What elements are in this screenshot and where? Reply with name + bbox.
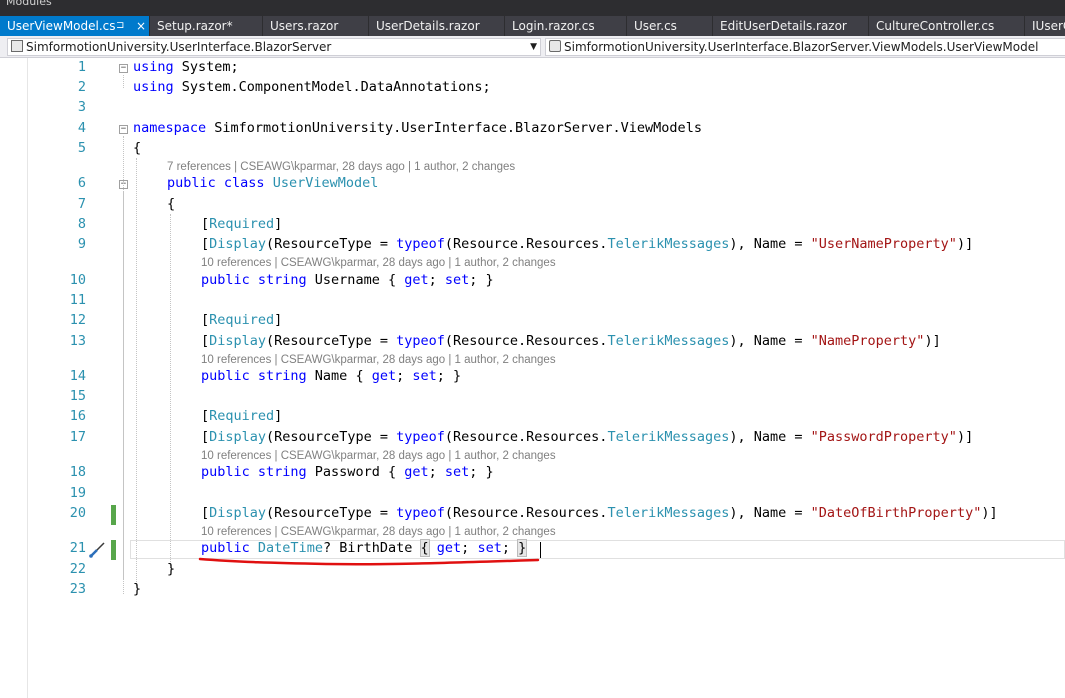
document-tab-bar: UserViewModel.cs ⊐ × Setup.razor* Users.… bbox=[0, 16, 1065, 36]
code-line-6: public class UserViewModel bbox=[167, 175, 379, 191]
tab-userdetails-razor[interactable]: UserDetails.razor bbox=[369, 16, 505, 36]
tab-login-razor-cs[interactable]: Login.razor.cs bbox=[505, 16, 627, 36]
codelens-class[interactable]: 7 references | CSEAWG\kparmar, 28 days a… bbox=[167, 161, 515, 173]
code-line-2: using System.ComponentModel.DataAnnotati… bbox=[133, 79, 491, 95]
code-line-1: using System; bbox=[133, 59, 239, 75]
codelens-password[interactable]: 10 references | CSEAWG\kparmar, 28 days … bbox=[201, 450, 556, 462]
code-line-23: } bbox=[133, 581, 142, 597]
line-number: 19 bbox=[69, 485, 86, 501]
line-number: 9 bbox=[77, 236, 86, 252]
line-number: 12 bbox=[69, 312, 86, 328]
class-icon bbox=[549, 40, 561, 52]
line-number: 6 bbox=[77, 175, 86, 191]
tab-culturecontroller-cs[interactable]: CultureController.cs bbox=[869, 16, 1025, 36]
code-line-9: [Display(ResourceType = typeof(Resource.… bbox=[201, 236, 974, 252]
line-number: 4 bbox=[77, 120, 86, 136]
code-line-8: [Required] bbox=[201, 216, 283, 232]
line-number: 22 bbox=[69, 561, 86, 577]
codelens-birthdate[interactable]: 10 references | CSEAWG\kparmar, 28 days … bbox=[201, 526, 556, 538]
indicator-margin bbox=[0, 58, 28, 698]
code-line-14: public string Name { get; set; } bbox=[201, 368, 462, 384]
window-top-strip: Modules bbox=[0, 0, 1065, 16]
tab-userviewmodel-cs[interactable]: UserViewModel.cs ⊐ × bbox=[0, 16, 150, 36]
change-marker bbox=[111, 505, 116, 525]
fold-collapse-icon[interactable]: − bbox=[119, 64, 128, 73]
line-number: 20 bbox=[69, 505, 86, 521]
line-number: 11 bbox=[69, 292, 86, 308]
line-number: 7 bbox=[77, 196, 86, 212]
line-number: 15 bbox=[69, 388, 86, 404]
quick-actions-brush-icon[interactable] bbox=[88, 542, 106, 558]
close-icon[interactable]: × bbox=[136, 16, 146, 36]
tab-iuserq[interactable]: IUserQ bbox=[1025, 16, 1065, 36]
codelens-name[interactable]: 10 references | CSEAWG\kparmar, 28 days … bbox=[201, 354, 556, 366]
line-number: 1 bbox=[77, 59, 86, 75]
code-line-20: [Display(ResourceType = typeof(Resource.… bbox=[201, 505, 998, 521]
line-number: 5 bbox=[77, 140, 86, 156]
line-number: 16 bbox=[69, 408, 86, 424]
line-number: 18 bbox=[69, 464, 86, 480]
tab-setup-razor[interactable]: Setup.razor* bbox=[150, 16, 263, 36]
code-line-12: [Required] bbox=[201, 312, 283, 328]
project-icon bbox=[11, 40, 23, 52]
line-number: 10 bbox=[69, 272, 86, 288]
codelens-username[interactable]: 10 references | CSEAWG\kparmar, 28 days … bbox=[201, 257, 556, 269]
line-number: 2 bbox=[77, 79, 86, 95]
tab-label: UserViewModel.cs bbox=[7, 19, 116, 33]
code-line-10: public string Username { get; set; } bbox=[201, 272, 494, 288]
indent-guide bbox=[136, 158, 137, 586]
line-number: 17 bbox=[69, 429, 86, 445]
project-dropdown[interactable]: SimformotionUniversity.UserInterface.Bla… bbox=[7, 38, 541, 56]
fold-collapse-icon[interactable]: − bbox=[119, 125, 128, 134]
code-line-17: [Display(ResourceType = typeof(Resource.… bbox=[201, 429, 974, 445]
code-line-4: namespace SimformotionUniversity.UserInt… bbox=[133, 120, 702, 136]
outline-guide bbox=[123, 191, 124, 579]
navigation-bar: SimformotionUniversity.UserInterface.Bla… bbox=[0, 36, 1065, 58]
code-line-16: [Required] bbox=[201, 408, 283, 424]
red-annotation-underline bbox=[198, 557, 540, 566]
pin-icon[interactable]: ⊐ bbox=[116, 16, 124, 36]
line-number: 14 bbox=[69, 368, 86, 384]
code-line-18: public string Password { get; set; } bbox=[201, 464, 494, 480]
dropdown-arrow-icon: ▼ bbox=[530, 42, 537, 52]
line-number: 8 bbox=[77, 216, 86, 232]
line-number: 23 bbox=[69, 581, 86, 597]
change-marker bbox=[111, 540, 116, 560]
code-editor[interactable]: 1 2 3 4 5 6 7 8 9 10 11 12 13 14 15 16 1… bbox=[0, 58, 1065, 698]
tab-edituserdetails-razor[interactable]: EditUserDetails.razor bbox=[713, 16, 869, 36]
code-line-7: { bbox=[167, 196, 176, 212]
line-number: 21 bbox=[69, 540, 86, 556]
code-line-5: { bbox=[133, 140, 142, 156]
line-number: 13 bbox=[69, 333, 86, 349]
tab-user-cs[interactable]: User.cs bbox=[627, 16, 713, 36]
tab-users-razor[interactable]: Users.razor bbox=[263, 16, 369, 36]
line-number: 3 bbox=[77, 99, 86, 115]
code-line-13: [Display(ResourceType = typeof(Resource.… bbox=[201, 333, 941, 349]
code-line-22: } bbox=[167, 561, 176, 577]
outline-guide bbox=[123, 75, 124, 88]
type-dropdown[interactable]: SimformotionUniversity.UserInterface.Bla… bbox=[545, 38, 1065, 56]
indent-guide bbox=[170, 214, 171, 570]
